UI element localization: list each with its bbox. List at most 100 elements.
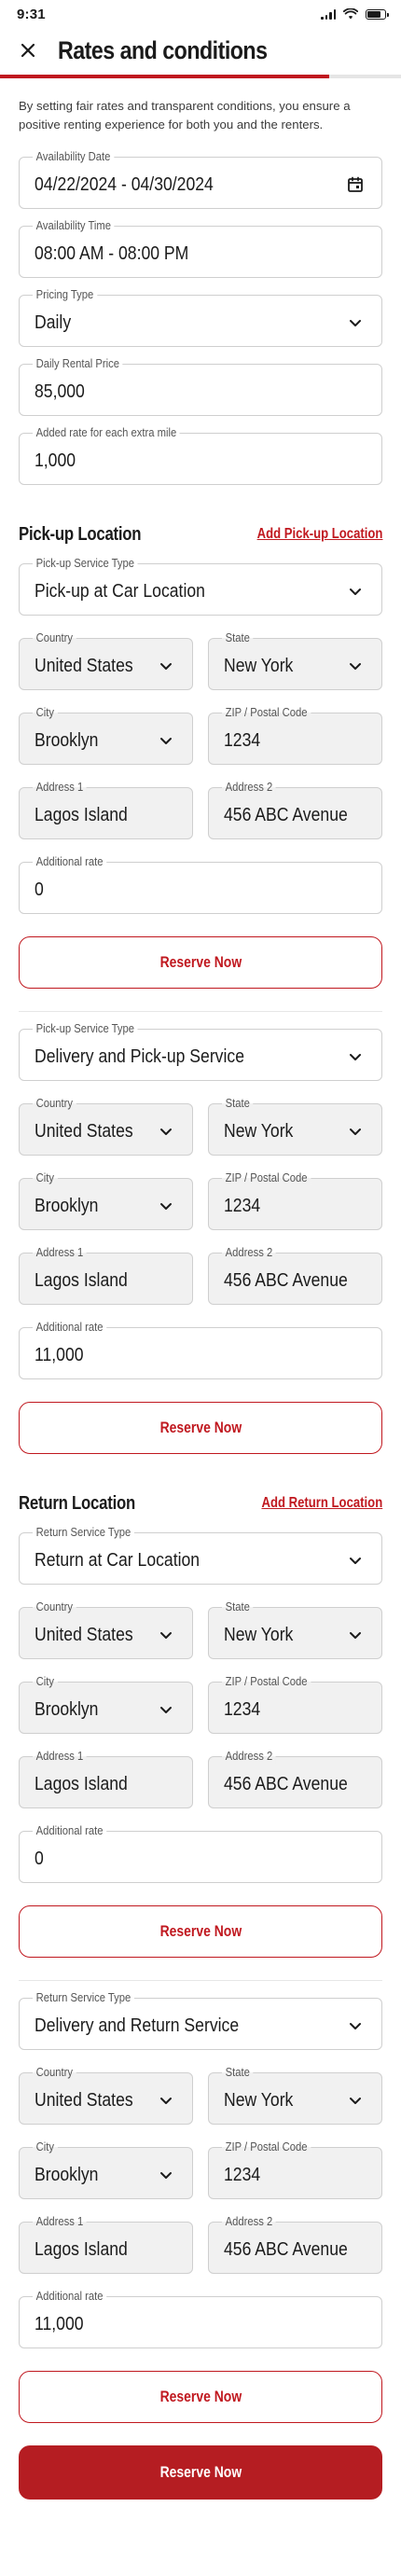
zip-field[interactable]: ZIP / Postal Code 1234: [208, 1170, 382, 1230]
field-label: State: [222, 1096, 254, 1111]
state-select[interactable]: State New York: [208, 1096, 382, 1156]
state-select[interactable]: State New York: [208, 630, 382, 690]
field-value: New York: [224, 1120, 294, 1142]
rates-screen: 9:31 Rates and conditions By setting fai…: [0, 0, 401, 2576]
reserve-now-primary-button[interactable]: Reserve Now: [19, 2445, 382, 2500]
address2-field[interactable]: Address 2 456 ABC Avenue: [208, 780, 382, 839]
zip-field[interactable]: ZIP / Postal Code 1234: [208, 1674, 382, 1734]
extra-mile-rate-input[interactable]: Added rate for each extra mile 1,000: [19, 425, 382, 485]
state-select[interactable]: State New York: [208, 2065, 382, 2125]
availability-time-field[interactable]: Availability Time 08:00 AM - 08:00 PM: [19, 218, 382, 278]
field-value: Brooklyn: [35, 2164, 99, 2185]
field-label: State: [222, 1600, 254, 1614]
field-label: ZIP / Postal Code: [222, 1674, 311, 1689]
city-select[interactable]: City Brooklyn: [19, 1674, 193, 1734]
additional-rate-input[interactable]: Additional rate 11,000: [19, 1320, 382, 1379]
field-value: 456 ABC Avenue: [224, 2238, 348, 2260]
calendar-icon[interactable]: [344, 173, 366, 196]
service-type-select[interactable]: Return Service Type Return at Car Locati…: [19, 1525, 382, 1585]
field-label: Additional rate: [33, 854, 107, 869]
reserve-now-button[interactable]: Reserve Now: [19, 936, 382, 989]
service-type-select[interactable]: Pick-up Service Type Pick-up at Car Loca…: [19, 556, 382, 616]
reserve-now-button[interactable]: Reserve Now: [19, 2371, 382, 2423]
address2-field[interactable]: Address 2 456 ABC Avenue: [208, 1245, 382, 1305]
button-label: Reserve Now: [159, 2388, 242, 2405]
field-label: State: [222, 630, 254, 645]
field-label: Address 2: [222, 780, 276, 795]
field-value: 0: [35, 1848, 44, 1869]
field-value: 456 ABC Avenue: [224, 1773, 348, 1794]
field-value: Daily: [35, 312, 72, 333]
field-label: City: [33, 1170, 58, 1185]
country-select[interactable]: Country United States: [19, 2065, 193, 2125]
chevron-down-icon: [155, 2089, 177, 2112]
zip-field[interactable]: ZIP / Postal Code 1234: [208, 705, 382, 765]
field-label: Address 2: [222, 1749, 276, 1764]
state-select[interactable]: State New York: [208, 1600, 382, 1659]
country-select[interactable]: Country United States: [19, 1096, 193, 1156]
field-value: 11,000: [35, 1344, 84, 1365]
field-value: United States: [35, 655, 133, 676]
reserve-now-button[interactable]: Reserve Now: [19, 1905, 382, 1958]
pickup-location-block: Pick-up Service Type Pick-up at Car Loca…: [19, 556, 382, 1012]
availability-date-field[interactable]: Availability Date 04/22/2024 - 04/30/202…: [19, 149, 382, 209]
address1-field[interactable]: Address 1 Lagos Island: [19, 1749, 193, 1808]
chevron-down-icon: [155, 655, 177, 677]
field-label: Additional rate: [33, 2289, 107, 2304]
address2-field[interactable]: Address 2 456 ABC Avenue: [208, 1749, 382, 1808]
status-time: 9:31: [17, 6, 46, 22]
additional-rate-input[interactable]: Additional rate 11,000: [19, 2289, 382, 2348]
field-value: United States: [35, 1120, 133, 1142]
field-label: ZIP / Postal Code: [222, 2140, 311, 2154]
city-select[interactable]: City Brooklyn: [19, 2140, 193, 2199]
chevron-down-icon: [155, 729, 177, 752]
field-label: Availability Date: [33, 149, 115, 164]
field-value: Brooklyn: [35, 1698, 99, 1720]
field-label: Address 1: [33, 1245, 87, 1260]
status-icons: [321, 8, 389, 20]
progress-fill: [0, 75, 329, 78]
field-value: New York: [224, 1624, 294, 1645]
divider: [19, 1011, 382, 1012]
button-label: Reserve Now: [159, 1922, 242, 1940]
daily-price-input[interactable]: Daily Rental Price 85,000: [19, 356, 382, 416]
additional-rate-input[interactable]: Additional rate 0: [19, 1823, 382, 1883]
address1-field[interactable]: Address 1 Lagos Island: [19, 780, 193, 839]
field-label: Country: [33, 1096, 76, 1111]
field-label: ZIP / Postal Code: [222, 705, 311, 720]
field-value: 1,000: [35, 450, 76, 471]
field-value: 1234: [224, 729, 261, 751]
progress-bar: [0, 75, 401, 78]
field-label: ZIP / Postal Code: [222, 1170, 311, 1185]
chevron-down-icon: [344, 655, 366, 677]
service-type-select[interactable]: Return Service Type Delivery and Return …: [19, 1990, 382, 2050]
field-value: New York: [224, 2089, 294, 2111]
address2-field[interactable]: Address 2 456 ABC Avenue: [208, 2214, 382, 2274]
field-label: Address 1: [33, 780, 87, 795]
field-label: City: [33, 1674, 58, 1689]
intro-text: By setting fair rates and transparent co…: [19, 99, 351, 132]
service-type-select[interactable]: Pick-up Service Type Delivery and Pick-u…: [19, 1021, 382, 1081]
city-select[interactable]: City Brooklyn: [19, 705, 193, 765]
pickup-location-block: Pick-up Service Type Delivery and Pick-u…: [19, 1021, 382, 1454]
zip-field[interactable]: ZIP / Postal Code 1234: [208, 2140, 382, 2199]
country-select[interactable]: Country United States: [19, 1600, 193, 1659]
add-pickup-location-link[interactable]: Add Pick-up Location: [256, 526, 382, 543]
field-label: City: [33, 2140, 58, 2154]
close-icon[interactable]: [17, 39, 39, 62]
field-label: Additional rate: [33, 1320, 107, 1335]
reserve-now-button[interactable]: Reserve Now: [19, 1402, 382, 1454]
section-title: Pick-up Location: [19, 523, 142, 545]
add-return-location-link[interactable]: Add Return Location: [261, 1495, 382, 1512]
pricing-type-select[interactable]: Pricing Type Daily: [19, 287, 382, 347]
chevron-down-icon: [344, 1549, 366, 1572]
chevron-down-icon: [155, 1120, 177, 1143]
address1-field[interactable]: Address 1 Lagos Island: [19, 1245, 193, 1305]
field-label: Country: [33, 2065, 76, 2080]
battery-icon: [366, 8, 389, 20]
country-select[interactable]: Country United States: [19, 630, 193, 690]
additional-rate-input[interactable]: Additional rate 0: [19, 854, 382, 914]
city-select[interactable]: City Brooklyn: [19, 1170, 193, 1230]
address1-field[interactable]: Address 1 Lagos Island: [19, 2214, 193, 2274]
chevron-down-icon: [155, 1698, 177, 1721]
